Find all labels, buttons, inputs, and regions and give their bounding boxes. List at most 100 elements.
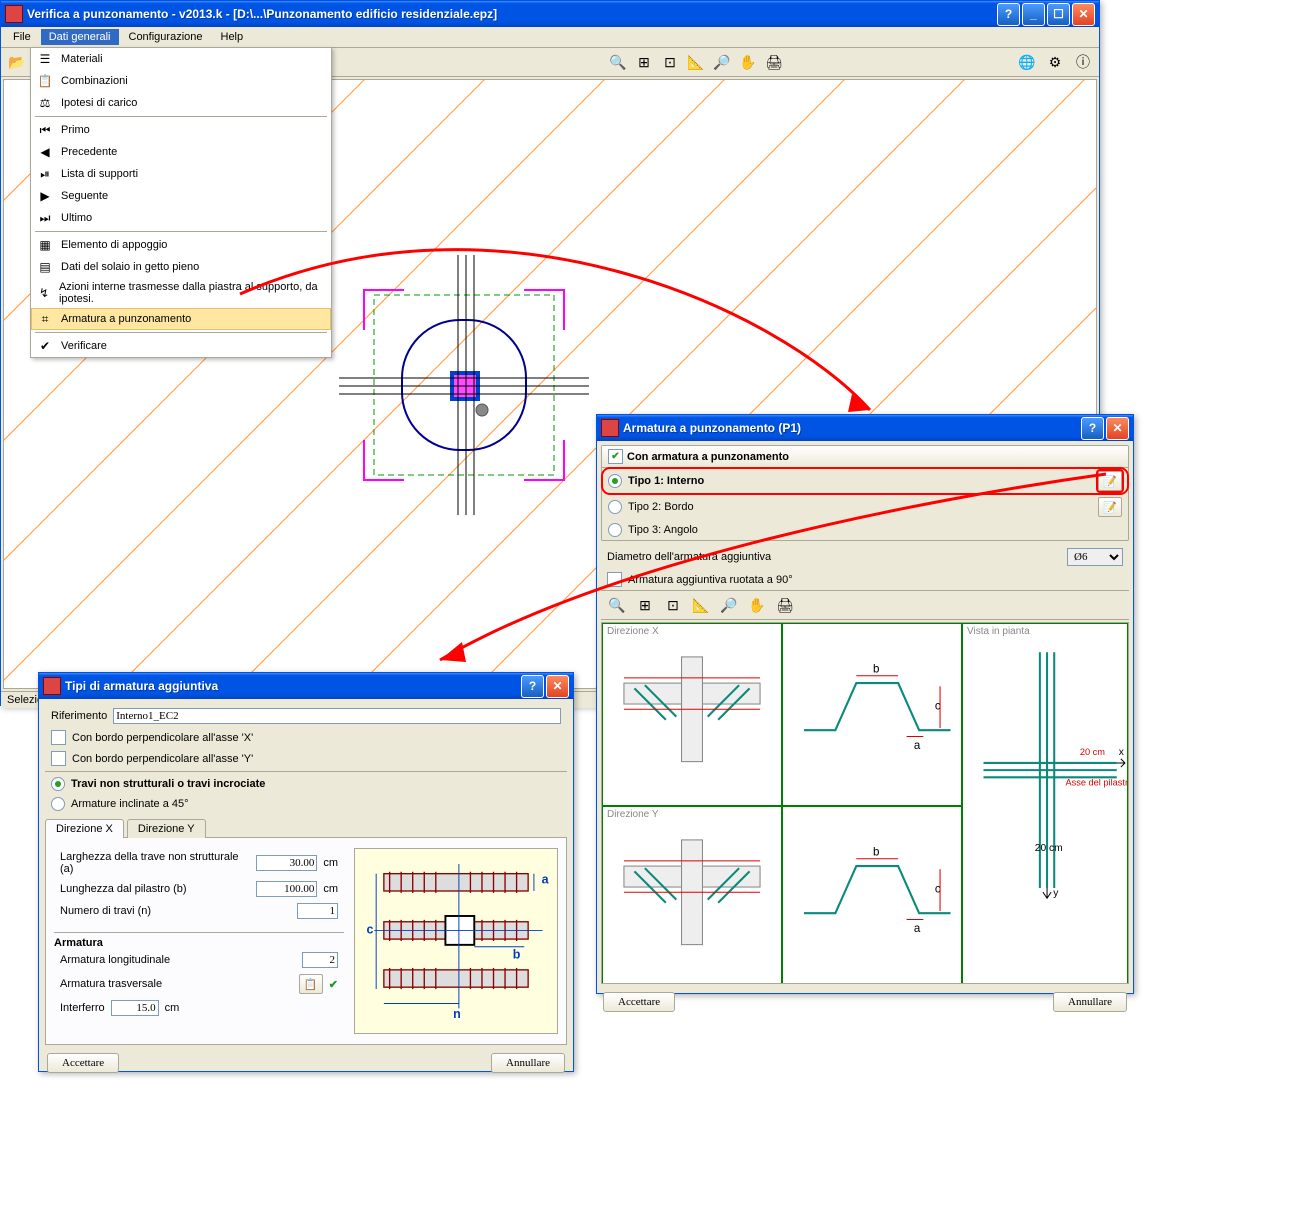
preview-direzione-x: Direzione X <box>602 623 782 806</box>
settings-icon[interactable]: ⚙ <box>1043 50 1067 74</box>
materials-icon: ☰ <box>35 51 55 67</box>
menu-lista-supporti[interactable]: ⏯Lista di supporti <box>31 163 331 185</box>
close-button[interactable]: ✕ <box>1072 3 1095 26</box>
armatura-dialog: Armatura a punzonamento (P1) ? ✕ ✔Con ar… <box>596 414 1134 994</box>
next-icon: ▶ <box>35 188 55 204</box>
edit-tipo2-button[interactable]: 📝 <box>1098 497 1122 517</box>
riferimento-input[interactable] <box>113 708 561 724</box>
zoom-out-icon[interactable]: 🔎 <box>717 593 741 617</box>
menu-azioni-interne[interactable]: ↯Azioni interne trasmesse dalla piastra … <box>31 278 331 308</box>
arm-tras-edit-button[interactable]: 📋 <box>299 974 323 994</box>
diam-select[interactable]: Ø6 <box>1067 548 1123 566</box>
menu-help[interactable]: Help <box>213 29 252 45</box>
maximize-button[interactable]: ☐ <box>1047 3 1070 26</box>
menu-ipotesi[interactable]: ⚖Ipotesi di carico <box>31 92 331 114</box>
cancel-button[interactable]: Annullare <box>491 1053 565 1073</box>
interferro-label: Interferro <box>60 1002 105 1014</box>
preview-pianta: Vista in pianta 20 cm 20 cm Asse del pil… <box>962 623 1128 984</box>
menu-file[interactable]: File <box>5 29 39 45</box>
svg-text:b: b <box>873 847 879 859</box>
menu-precedente[interactable]: ◀Precedente <box>31 141 331 163</box>
interferro-input[interactable] <box>111 1000 159 1016</box>
zoom-icon[interactable]: 🔍 <box>606 50 630 74</box>
pan-icon[interactable]: ✋ <box>745 593 769 617</box>
menu-verificare[interactable]: ✔Verificare <box>31 335 331 357</box>
menu-ultimo[interactable]: ⏭Ultimo <box>31 207 331 229</box>
menu-combinazioni[interactable]: 📋Combinazioni <box>31 70 331 92</box>
minimize-button[interactable]: _ <box>1022 3 1045 26</box>
arm45-radio[interactable] <box>51 797 65 811</box>
zoom-extents-icon[interactable]: ⊡ <box>661 593 685 617</box>
help-button[interactable]: ? <box>997 3 1020 26</box>
arm-long-input[interactable] <box>302 952 338 968</box>
tipo2-radio[interactable] <box>608 500 622 514</box>
accept-button[interactable]: Accettare <box>603 992 675 1012</box>
dati-generali-menu: ☰Materiali 📋Combinazioni ⚖Ipotesi di car… <box>30 47 332 358</box>
beam-preview: a b c n <box>354 848 558 1034</box>
info-icon[interactable]: ⓘ <box>1071 50 1095 74</box>
help-button[interactable]: ? <box>521 675 544 698</box>
print-icon[interactable]: 🖨 <box>773 593 797 617</box>
zoom-window-icon[interactable]: ⊞ <box>632 50 656 74</box>
actions-icon: ↯ <box>35 285 53 301</box>
svg-text:n: n <box>453 1007 461 1021</box>
svg-text:a: a <box>914 923 921 935</box>
lunghezza-input[interactable] <box>256 881 317 897</box>
first-icon: ⏮ <box>35 122 55 138</box>
armatura-header: Armatura <box>54 937 103 949</box>
diam-label: Diametro dell'armatura aggiuntiva <box>607 551 1061 563</box>
pan-icon[interactable]: ✋ <box>736 50 760 74</box>
tipo1-radio[interactable] <box>608 474 622 488</box>
rotate90-checkbox[interactable] <box>607 572 622 587</box>
help-button[interactable]: ? <box>1081 417 1104 440</box>
close-button[interactable]: ✕ <box>546 675 569 698</box>
check-icon: ✔ <box>35 338 55 354</box>
numero-input[interactable] <box>297 903 338 919</box>
menubar: File Dati generali Configurazione Help <box>1 27 1099 48</box>
menu-seguente[interactable]: ▶Seguente <box>31 185 331 207</box>
numero-label: Numero di travi (n) <box>60 905 291 917</box>
menu-elemento-appoggio[interactable]: ▦Elemento di appoggio <box>31 234 331 256</box>
con-armatura-label: Con armatura a punzonamento <box>627 451 789 463</box>
tipo1-label: Tipo 1: Interno <box>628 475 704 487</box>
tipo3-label: Tipo 3: Angolo <box>628 524 698 536</box>
interferro-unit: cm <box>165 1002 180 1014</box>
zoom-out-icon[interactable]: 🔎 <box>710 50 734 74</box>
menu-dati-generali[interactable]: Dati generali <box>41 29 119 45</box>
tab-direzione-y[interactable]: Direzione Y <box>127 819 206 838</box>
menu-materiali[interactable]: ☰Materiali <box>31 48 331 70</box>
con-armatura-checkbox[interactable]: ✔ <box>608 449 623 464</box>
menu-dati-solaio[interactable]: ▤Dati del solaio in getto pieno <box>31 256 331 278</box>
tipo3-radio[interactable] <box>608 523 622 537</box>
preview-profile-x: b c a <box>782 623 962 806</box>
tipo2-label: Tipo 2: Bordo <box>628 501 694 513</box>
menu-primo[interactable]: ⏮Primo <box>31 119 331 141</box>
zoom-extents-icon[interactable]: ⊡ <box>658 50 682 74</box>
menu-configurazione[interactable]: Configurazione <box>121 29 211 45</box>
zoom-window-icon[interactable]: ⊞ <box>633 593 657 617</box>
travi-radio[interactable] <box>51 777 65 791</box>
bordo-y-checkbox[interactable] <box>51 751 66 766</box>
print-icon[interactable]: 🖨 <box>762 50 786 74</box>
edit-tipo1-button[interactable]: 📝 <box>1098 471 1122 491</box>
open-icon[interactable]: 📂 <box>5 50 29 74</box>
main-title: Verifica a punzonamento - v2013.k - [D:\… <box>27 7 997 21</box>
close-button[interactable]: ✕ <box>1106 417 1129 440</box>
tab-direzione-x[interactable]: Direzione X <box>45 819 124 838</box>
zoom-icon[interactable]: 🔍 <box>605 593 629 617</box>
bordo-x-checkbox[interactable] <box>51 730 66 745</box>
globe-icon[interactable]: 🌐 <box>1015 50 1039 74</box>
ruler-icon[interactable]: 📐 <box>684 50 708 74</box>
larghezza-unit: cm <box>323 857 338 869</box>
larghezza-input[interactable] <box>256 855 317 871</box>
bordo-x-label: Con bordo perpendicolare all'asse 'X' <box>72 732 253 744</box>
preview-direzione-y: Direzione Y <box>602 806 782 984</box>
accept-button[interactable]: Accettare <box>47 1053 119 1073</box>
combinations-icon: 📋 <box>35 73 55 89</box>
ruler-icon[interactable]: 📐 <box>689 593 713 617</box>
cancel-button[interactable]: Annullare <box>1053 992 1127 1012</box>
menu-armatura-punzonamento[interactable]: ⌗Armatura a punzonamento <box>31 308 331 330</box>
rotate90-label: Armatura aggiuntiva ruotata a 90° <box>628 574 793 586</box>
lunghezza-label: Lunghezza dal pilastro (b) <box>60 883 250 895</box>
app-icon <box>43 677 61 695</box>
